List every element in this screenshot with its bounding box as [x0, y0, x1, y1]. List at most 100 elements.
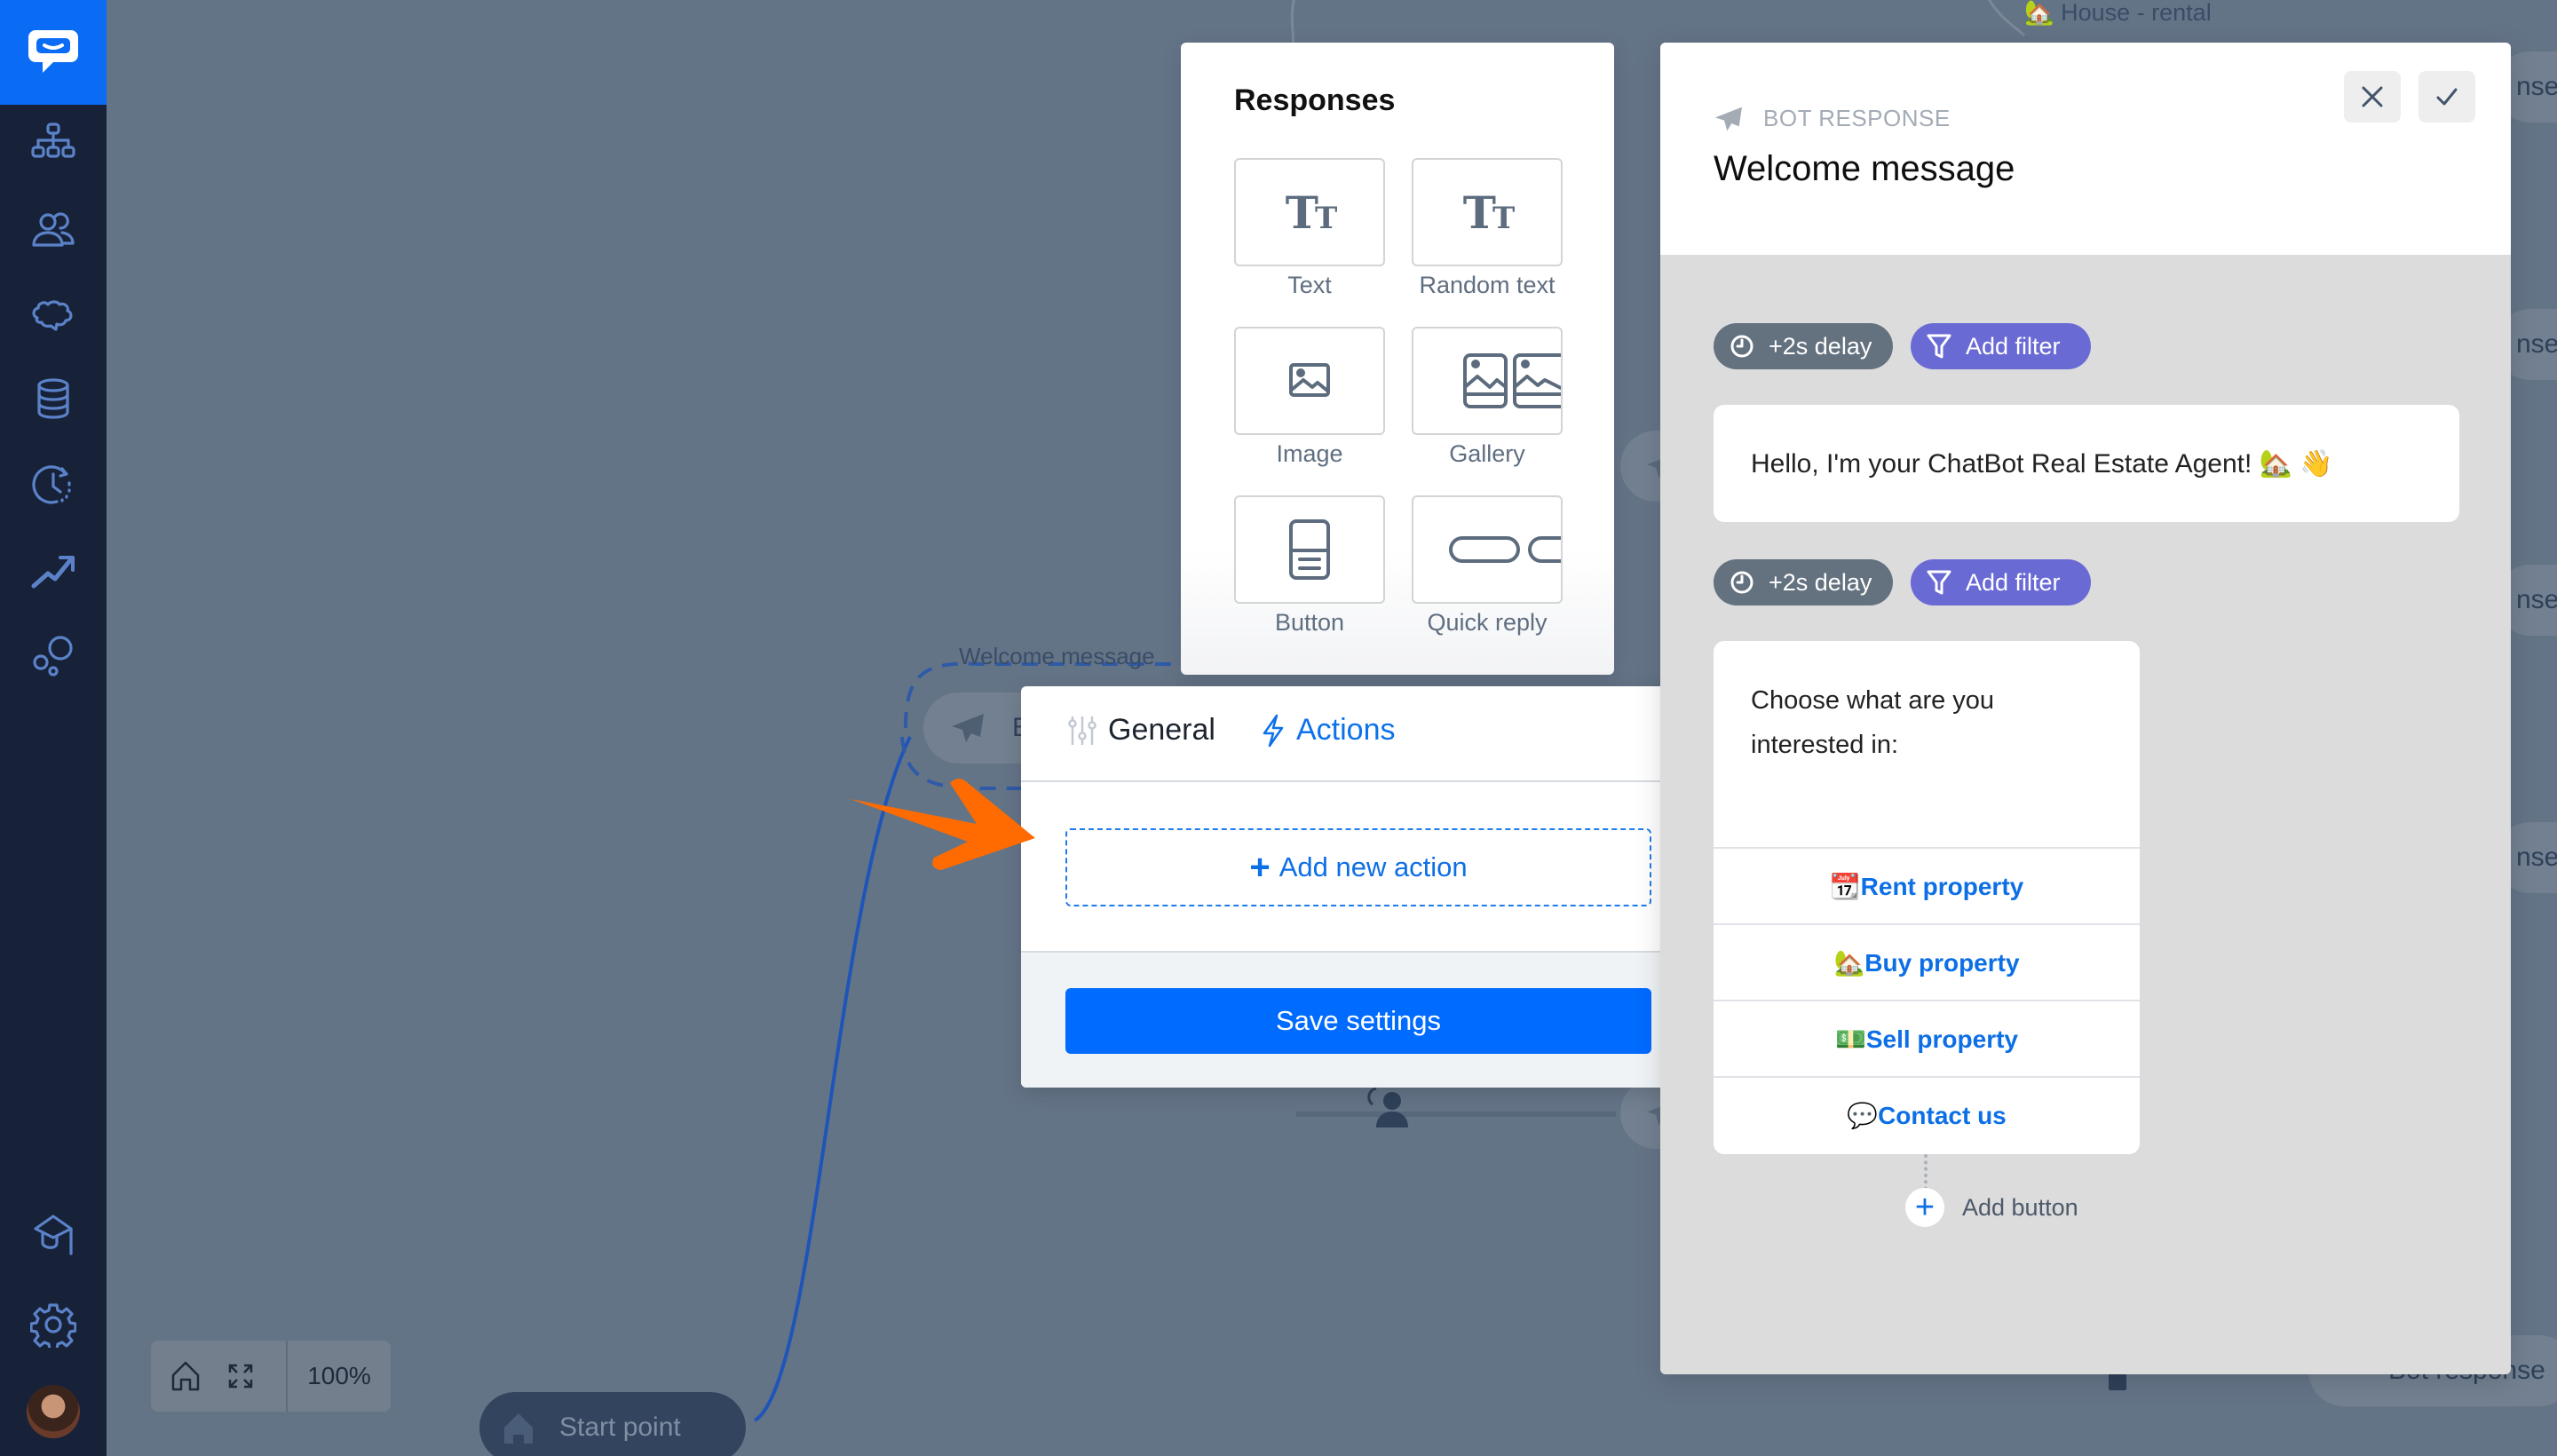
sidebar-item-academy[interactable]	[27, 1209, 80, 1262]
gear-icon	[30, 1303, 76, 1348]
bg-node-label: nse	[2516, 72, 2557, 101]
chatbot-logo[interactable]	[0, 0, 107, 105]
option-contact-us[interactable]: 💬Contact us	[1714, 1076, 2140, 1152]
clock-icon	[1730, 571, 1753, 594]
delay-label: +2s delay	[1769, 568, 1872, 596]
clock-icon	[1730, 335, 1753, 358]
annotation-arrow	[851, 779, 1035, 870]
bot-response-header: BOT RESPONSE Welcome message	[1660, 43, 2511, 255]
brain-icon	[32, 300, 73, 331]
response-type-text[interactable]: TT Text	[1234, 158, 1385, 299]
sidebar-item-settings[interactable]	[27, 1298, 80, 1351]
filter-icon	[1927, 334, 1951, 359]
history-clock-icon	[32, 465, 71, 504]
response-type-random-text[interactable]: TT Random text	[1412, 158, 1563, 299]
tab-general-label: General	[1108, 713, 1215, 747]
response-type-label: Quick reply	[1427, 609, 1548, 636]
response-type-label: Gallery	[1449, 440, 1525, 467]
bot-response-type: BOT RESPONSE	[1763, 105, 1951, 131]
zoom-level[interactable]: 100%	[288, 1362, 391, 1390]
check-icon	[2436, 88, 2458, 106]
bot-response-title[interactable]: Welcome message	[1714, 149, 2015, 189]
add-new-action-label: Add new action	[1278, 851, 1468, 882]
add-filter-button-2[interactable]: Add filter	[1911, 559, 2091, 605]
option-sell-property[interactable]: 💵Sell property	[1714, 1000, 2140, 1076]
delay-label: +2s delay	[1769, 332, 1872, 360]
button-icon	[1289, 519, 1330, 580]
add-filter-button-1[interactable]: Add filter	[1911, 323, 2091, 369]
bubbles-icon	[33, 636, 73, 677]
plus-icon: +	[1249, 847, 1271, 887]
bg-welcome-message-label: Welcome message	[959, 643, 1155, 669]
fit-to-screen-button[interactable]	[213, 1341, 268, 1412]
user-avatar[interactable]	[27, 1385, 80, 1438]
graduation-cap-icon	[34, 1215, 73, 1255]
bot-response-kicker: BOT RESPONSE	[1714, 105, 1951, 132]
add-button[interactable]: + Add button	[1905, 1188, 2078, 1227]
center-home-button[interactable]	[158, 1341, 213, 1412]
expand-icon	[228, 1364, 253, 1389]
tab-actions-label: Actions	[1296, 713, 1396, 747]
lightning-icon	[1263, 714, 1284, 747]
paper-plane-icon	[952, 714, 984, 742]
sidebar	[0, 0, 107, 1456]
bg-human-handoff-node[interactable]	[1358, 1081, 1421, 1143]
close-button[interactable]	[2344, 71, 2401, 123]
text-response-card[interactable]: Hello, I'm your ChatBot Real Estate Agen…	[1714, 405, 2459, 522]
add-new-action-button[interactable]: + Add new action	[1065, 828, 1651, 906]
users-icon	[32, 212, 75, 247]
delay-pill-2[interactable]: +2s delay	[1714, 559, 1893, 605]
start-point-label: Start point	[559, 1412, 681, 1442]
settings-footer: Save settings	[1021, 951, 1696, 1088]
option-rent-property[interactable]: 📆Rent property	[1714, 847, 2140, 923]
start-point-node[interactable]: Start point	[479, 1392, 746, 1456]
response-type-button[interactable]: Button	[1234, 495, 1385, 637]
image-icon	[1289, 363, 1330, 397]
add-filter-label: Add filter	[1966, 568, 2061, 596]
confirm-button[interactable]	[2418, 71, 2475, 123]
sidebar-item-data[interactable]	[27, 373, 80, 426]
filter-icon	[1927, 570, 1951, 595]
sidebar-item-ai[interactable]	[27, 288, 80, 341]
button-response-card: Choose what are you interested in: 📆Rent…	[1714, 641, 2140, 1154]
agent-transfer-icon	[1367, 1087, 1408, 1128]
node-settings-panel: General Actions + Add new action Save se…	[1021, 686, 1696, 1088]
gallery-icon	[1463, 353, 1561, 408]
sidebar-item-stories[interactable]	[27, 117, 80, 170]
bg-node-label: nse	[2516, 329, 2557, 359]
response-type-label: Image	[1276, 440, 1343, 467]
response-type-image[interactable]: Image	[1234, 327, 1385, 468]
response-type-label: Random text	[1419, 272, 1556, 298]
sitemap-icon	[31, 123, 75, 158]
paper-plane-icon	[1715, 107, 1742, 131]
bg-node-label: nse	[2516, 585, 2557, 614]
response-type-label: Text	[1287, 272, 1332, 298]
tab-actions[interactable]: Actions	[1261, 713, 1396, 748]
sidebar-item-reports[interactable]	[27, 543, 80, 597]
trend-up-icon	[31, 556, 75, 589]
bg-node-label: nse	[2516, 843, 2557, 872]
response-type-gallery[interactable]: Gallery	[1412, 327, 1563, 468]
save-settings-button[interactable]: Save settings	[1065, 988, 1651, 1054]
close-icon	[2362, 86, 2383, 107]
sidebar-item-audience[interactable]	[27, 202, 80, 256]
settings-tabs: General Actions	[1021, 686, 1696, 782]
responses-title: Responses	[1234, 83, 1396, 117]
bot-response-panel: BOT RESPONSE Welcome message +2s delay A…	[1660, 43, 2511, 1374]
delay-pill-1[interactable]: +2s delay	[1714, 323, 1893, 369]
sidebar-item-archive[interactable]	[27, 458, 80, 511]
response-type-label: Button	[1274, 609, 1345, 636]
bg-house-rental-label: 🏡 House - rental	[2024, 0, 2212, 26]
add-filter-label: Add filter	[1966, 332, 2061, 360]
chatbot-logo-icon	[28, 30, 78, 73]
response-type-quick-reply[interactable]: Quick reply	[1412, 495, 1563, 637]
option-buy-property[interactable]: 🏡Buy property	[1714, 923, 2140, 1000]
sidebar-item-integrations[interactable]	[27, 629, 80, 682]
tab-general[interactable]: General	[1067, 713, 1215, 748]
quick-reply-icon	[1449, 536, 1561, 563]
database-icon	[37, 378, 69, 419]
button-question-text[interactable]: Choose what are you interested in:	[1751, 678, 2106, 767]
home-outline-icon	[171, 1361, 200, 1391]
random-text-icon: TT	[1462, 186, 1516, 239]
sliders-icon	[1068, 716, 1096, 745]
